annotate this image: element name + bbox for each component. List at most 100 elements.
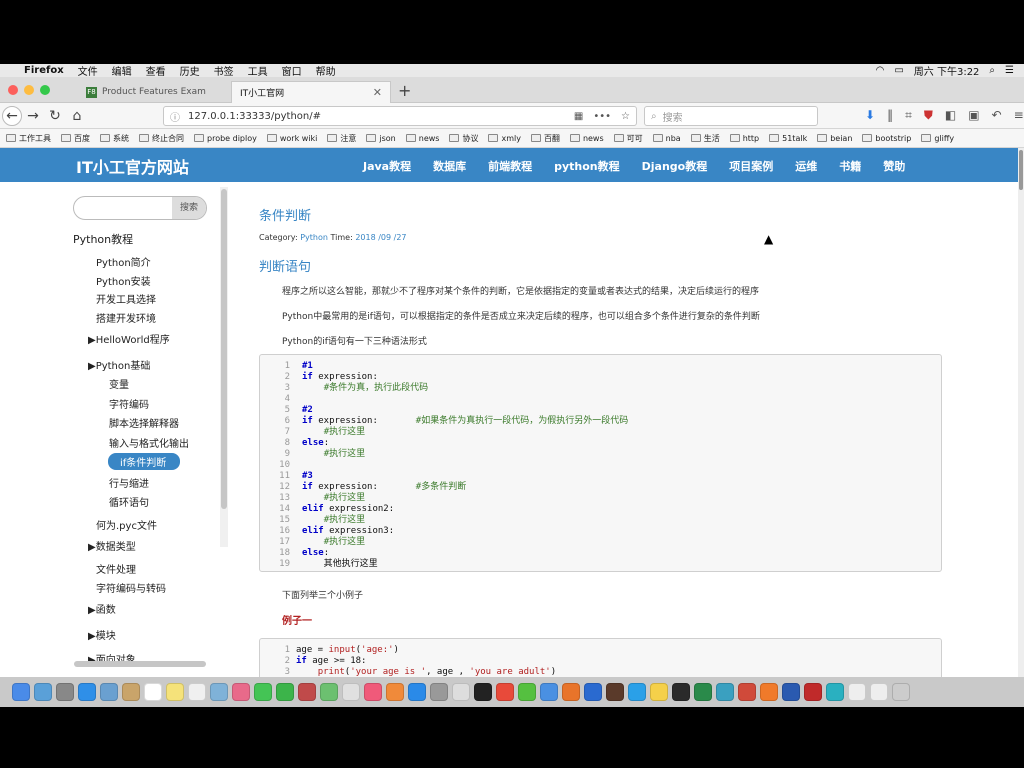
app-menu[interactable]: Firefox [24, 65, 64, 76]
messages-icon[interactable] [254, 683, 272, 701]
sidebar-item-if[interactable]: if条件判断 [108, 453, 181, 470]
safari-icon[interactable] [78, 683, 96, 701]
menu-ops[interactable]: 运维 [795, 158, 817, 174]
sidebar-item-intro[interactable]: Python简介 [96, 254, 151, 269]
sidebar-item-env[interactable]: 搭建开发环境 [96, 310, 156, 325]
calendar-icon[interactable] [144, 683, 162, 701]
sidebar-icon[interactable]: ▣ [968, 108, 979, 123]
sidebar-item-datatypes[interactable]: ▶数据类型 [88, 538, 136, 553]
qr-code-icon[interactable]: ▦ [574, 111, 583, 122]
numbers-icon[interactable] [320, 683, 338, 701]
bookmark-item[interactable]: 工作工具 [6, 133, 51, 144]
qq-icon[interactable] [540, 683, 558, 701]
bookmark-item[interactable]: http [729, 134, 759, 143]
search-input[interactable]: ⌕ 搜索 [644, 106, 818, 126]
bookmark-item[interactable]: xmly [488, 134, 521, 143]
menu-sponsor[interactable]: 赞助 [883, 158, 905, 174]
site-info-icon[interactable]: ⓘ [170, 109, 180, 124]
menu-view[interactable]: 查看 [146, 63, 166, 78]
appstore-icon[interactable] [408, 683, 426, 701]
bookmark-item[interactable]: 终止合同 [139, 133, 184, 144]
time-link[interactable]: 2018 /09 /27 [355, 233, 406, 242]
sidebar-scroll-thumb[interactable] [221, 189, 227, 509]
bookmark-item[interactable]: gliffy [921, 134, 954, 143]
trash-icon[interactable] [892, 683, 910, 701]
textedit-icon[interactable] [452, 683, 470, 701]
zoom-window-icon[interactable] [40, 85, 50, 95]
skype-icon[interactable] [628, 683, 646, 701]
menu-frontend[interactable]: 前端教程 [488, 158, 532, 174]
photos-icon[interactable] [232, 683, 250, 701]
forward-button[interactable]: → [22, 105, 44, 127]
clock[interactable]: 周六 下午3:22 [914, 63, 980, 78]
preferences-icon[interactable] [430, 683, 448, 701]
download-icon[interactable]: ⬇ [865, 108, 875, 123]
bookmark-item[interactable]: nba [652, 134, 681, 143]
crop-icon[interactable]: ⌗ [905, 108, 912, 123]
sidebar-item-pyc[interactable]: 何为.pyc文件 [96, 517, 157, 532]
word-icon[interactable] [782, 683, 800, 701]
sidebar-item-function[interactable]: ▶函数 [88, 601, 116, 616]
sidebar-item-module[interactable]: ▶模块 [88, 627, 116, 642]
siri-icon[interactable] [34, 683, 52, 701]
app-icon[interactable] [804, 683, 822, 701]
back-button[interactable]: ← [2, 105, 22, 126]
sidebar-item-io[interactable]: 输入与格式化输出 [109, 435, 189, 450]
music-icon[interactable] [364, 683, 382, 701]
new-tab-button[interactable]: + [398, 81, 411, 100]
menu-projects[interactable]: 项目案例 [729, 158, 773, 174]
bookmark-item[interactable]: work wiki [266, 134, 317, 143]
browser-icon[interactable] [826, 683, 844, 701]
wechat-icon[interactable] [518, 683, 536, 701]
url-bar[interactable]: ⓘ 127.0.0.1:33333/python/# ▦ ••• ☆ [163, 106, 637, 126]
bookmark-item[interactable]: beian [817, 134, 852, 143]
menu-python[interactable]: python教程 [554, 158, 620, 174]
bookmark-item[interactable]: news [569, 134, 604, 143]
sidebar-item-basics[interactable]: ▶Python基础 [88, 357, 150, 372]
finder-icon[interactable] [12, 683, 30, 701]
books-icon[interactable] [386, 683, 404, 701]
sidebar-item-install[interactable]: Python安装 [96, 273, 151, 288]
menu-window[interactable]: 窗口 [282, 63, 302, 78]
sidebar-item-loop[interactable]: 循环语句 [109, 494, 149, 509]
bookmark-item[interactable]: 51talk [769, 134, 807, 143]
vlc-icon[interactable] [760, 683, 778, 701]
category-link[interactable]: Python [300, 233, 328, 242]
menu-bookmarks[interactable]: 书签 [214, 63, 234, 78]
extension-icon[interactable]: ◧ [945, 108, 956, 123]
code-block-example[interactable]: 123 age = input('age:') if age >= 18: pri… [259, 638, 942, 677]
menu-django[interactable]: Django教程 [642, 158, 708, 174]
menu-history[interactable]: 历史 [180, 63, 200, 78]
bookmark-star-icon[interactable]: ☆ [621, 111, 630, 122]
maps-icon[interactable] [210, 683, 228, 701]
tab-itxiaogong[interactable]: IT小工官网 ✕ [231, 81, 391, 103]
reminders-icon[interactable] [188, 683, 206, 701]
minimize-window-icon[interactable] [24, 85, 34, 95]
sidebar-item-charconv[interactable]: 字符编码与转码 [96, 580, 166, 595]
facetime-icon[interactable] [276, 683, 294, 701]
menu-edit[interactable]: 编辑 [112, 63, 132, 78]
tab-product-features[interactable]: F8 Product Features Exam [78, 81, 228, 103]
excel-icon[interactable] [694, 683, 712, 701]
spotlight-icon[interactable]: ⌕ [989, 65, 995, 76]
firefox-icon[interactable] [562, 683, 580, 701]
bookmark-item[interactable]: news [405, 134, 439, 143]
pycharm-icon[interactable] [672, 683, 690, 701]
sidebar-item-variable[interactable]: 变量 [109, 376, 129, 391]
reload-button[interactable]: ↻ [44, 105, 66, 127]
library-icon[interactable]: ‖ [887, 108, 893, 123]
menu-file[interactable]: 文件 [78, 63, 98, 78]
launchpad-icon[interactable] [56, 683, 74, 701]
battery-icon[interactable]: ▭ [894, 65, 903, 76]
sidebar-item-indent[interactable]: 行与缩进 [109, 475, 149, 490]
keynote-icon[interactable] [342, 683, 360, 701]
bookmark-item[interactable]: 注意 [327, 133, 356, 144]
bookmark-item[interactable]: probe diploy [194, 134, 257, 143]
bookmark-item[interactable]: 协议 [449, 133, 478, 144]
python-icon[interactable] [650, 683, 668, 701]
terminal-icon[interactable] [474, 683, 492, 701]
bookmark-item[interactable]: 百度 [61, 133, 90, 144]
url-text[interactable]: 127.0.0.1:33333/python/# [188, 111, 321, 122]
page-scrollbar[interactable] [1018, 148, 1024, 677]
close-window-icon[interactable] [8, 85, 18, 95]
